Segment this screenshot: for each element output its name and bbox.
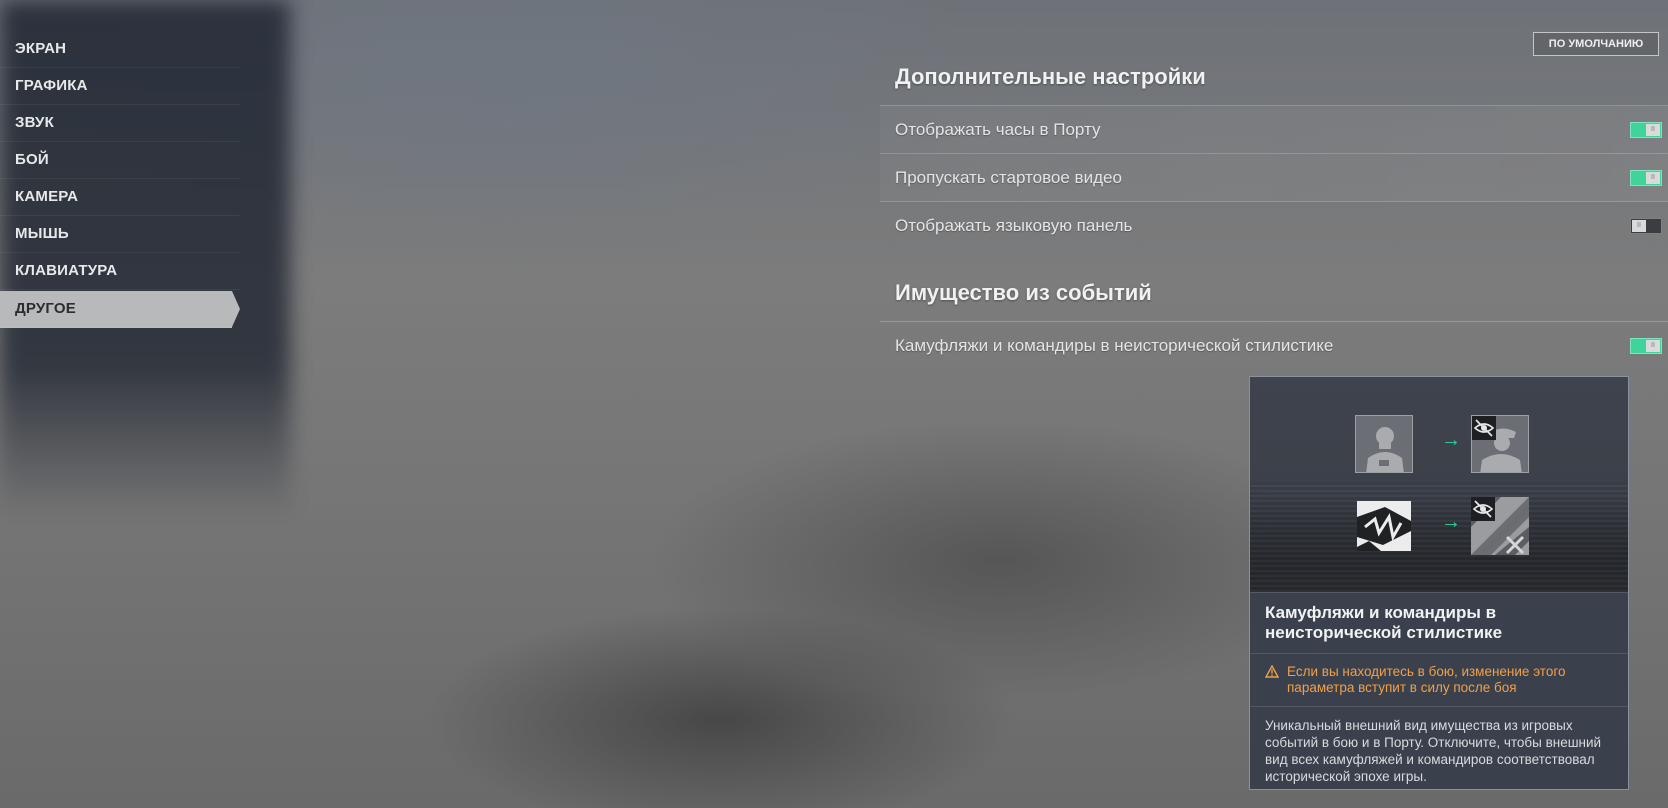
toggle-knob: II [1632, 220, 1646, 232]
commander-silhouette-icon [1355, 415, 1413, 473]
setting-row-skip-intro: Пропускать стартовое видео II [880, 154, 1668, 202]
setting-label: Камуфляжи и командиры в неисторической с… [895, 336, 1334, 355]
hidden-eye-icon [1472, 416, 1496, 440]
warning-triangle-icon [1264, 664, 1280, 682]
settings-sidebar: ЭКРАН ГРАФИКА ЗВУК БОЙ КАМЕРА МЫШЬ КЛАВИ… [0, 31, 240, 328]
section-title-event-property: Имущество из событий [895, 280, 1152, 305]
sidebar-item-sound[interactable]: ЗВУК [0, 105, 240, 142]
nonhistorical-style-toggle[interactable]: II [1630, 338, 1662, 354]
sidebar-item-other[interactable]: ДРУГОЕ [0, 291, 240, 328]
tooltip-illustration: → → [1250, 377, 1628, 593]
language-bar-toggle[interactable]: II [1630, 218, 1662, 234]
tooltip-description: Уникальный внешний вид имущества из игро… [1265, 718, 1602, 784]
skip-intro-toggle[interactable]: II [1630, 170, 1662, 186]
arrow-right-icon: → [1441, 511, 1461, 533]
toggle-knob: II [1646, 124, 1660, 136]
sidebar-item-camera[interactable]: КАМЕРА [0, 179, 240, 216]
sidebar-item-keyboard[interactable]: КЛАВИАТУРА [0, 253, 240, 290]
setting-label: Отображать языковую панель [895, 216, 1133, 235]
tooltip-warning: Если вы находитесь в бою, изменение этог… [1250, 654, 1628, 707]
sidebar-item-mouse[interactable]: МЫШЬ [0, 216, 240, 253]
arrow-right-icon: → [1441, 429, 1461, 451]
hidden-eye-icon [1471, 497, 1495, 521]
historical-commander-icon [1471, 415, 1529, 473]
sidebar-item-screen[interactable]: ЭКРАН [0, 31, 240, 68]
setting-label: Отображать часы в Порту [895, 120, 1101, 139]
toggle-knob: II [1646, 340, 1660, 352]
setting-label: Пропускать стартовое видео [895, 168, 1122, 187]
camouflage-pattern-icon [1355, 497, 1413, 555]
water-background [1250, 482, 1628, 592]
toggle-knob: II [1646, 172, 1660, 184]
warning-text: Если вы находитесь в бою, изменение этог… [1287, 664, 1566, 695]
setting-row-nonhistorical-style: Камуфляжи и командиры в неисторической с… [880, 322, 1668, 369]
sidebar-item-graphics[interactable]: ГРАФИКА [0, 68, 240, 105]
setting-tooltip: → → Камуфляжи и командиры в неисторическ… [1249, 376, 1629, 790]
port-clock-toggle[interactable]: II [1630, 122, 1662, 138]
setting-row-language-bar: Отображать языковую панель II [880, 202, 1668, 249]
setting-row-port-clock: Отображать часы в Порту II [880, 106, 1668, 154]
historical-camouflage-icon [1471, 497, 1529, 555]
tooltip-title: Камуфляжи и командиры в неисторической с… [1250, 593, 1628, 654]
sidebar-item-battle[interactable]: БОЙ [0, 142, 240, 179]
reset-defaults-button[interactable]: ПО УМОЛЧАНИЮ [1533, 32, 1659, 56]
section-title-additional-settings: Дополнительные настройки [895, 64, 1206, 89]
